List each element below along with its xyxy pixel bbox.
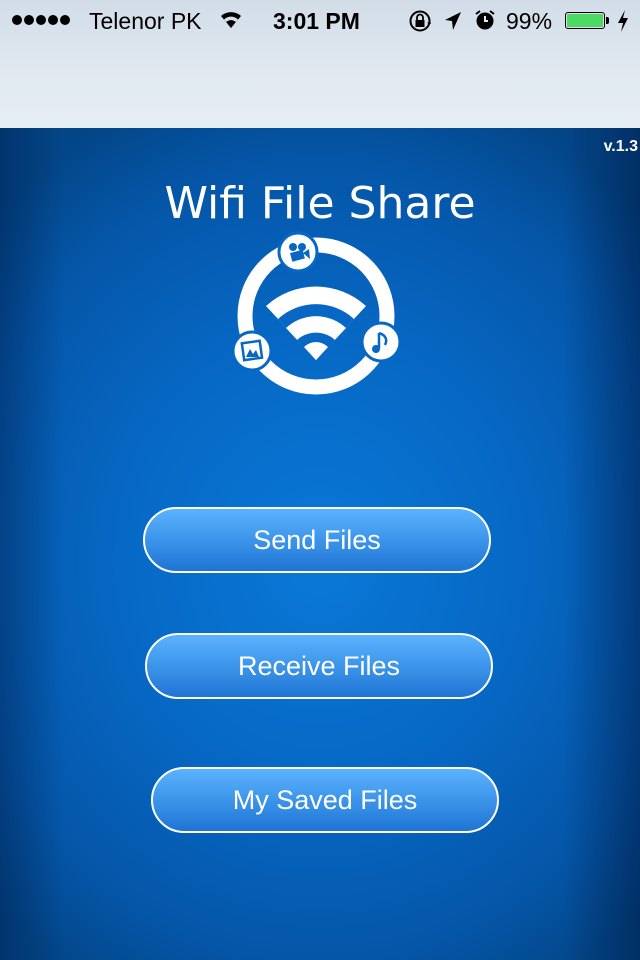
charging-bolt-icon: [618, 10, 628, 32]
my-saved-files-label: My Saved Files: [232, 784, 418, 815]
location-arrow-icon: [445, 12, 461, 30]
send-files-button[interactable]: Send Files: [143, 507, 491, 573]
my-saved-files-button[interactable]: My Saved Files: [151, 767, 499, 833]
app-logo: [231, 231, 402, 395]
home-screen: v.1.3 Wifi File Share Send Files Receive…: [0, 128, 640, 960]
music-note-icon: [360, 321, 402, 363]
alarm-clock-icon: [475, 10, 495, 30]
wifi-icon: [221, 12, 241, 28]
carrier-name: Telenor PK: [89, 8, 202, 34]
version-label: v.1.3: [603, 138, 638, 155]
battery-icon: [565, 12, 605, 29]
video-camera-icon: [277, 231, 319, 273]
wifi-icon: [266, 286, 366, 360]
receive-files-label: Receive Files: [237, 650, 401, 681]
battery-percent: 99%: [506, 8, 553, 34]
rotation-lock-icon: [409, 10, 431, 32]
image-icon: [231, 330, 273, 372]
status-bar: Telenor PK 3:01 PM 99%: [0, 0, 640, 128]
app-title: Wifi File Share: [164, 178, 476, 229]
send-files-label: Send Files: [253, 524, 381, 555]
signal-strength-icon: [12, 15, 70, 25]
receive-files-button[interactable]: Receive Files: [145, 633, 493, 699]
battery-tip: [606, 17, 609, 24]
clock: 3:01 PM: [273, 8, 360, 34]
